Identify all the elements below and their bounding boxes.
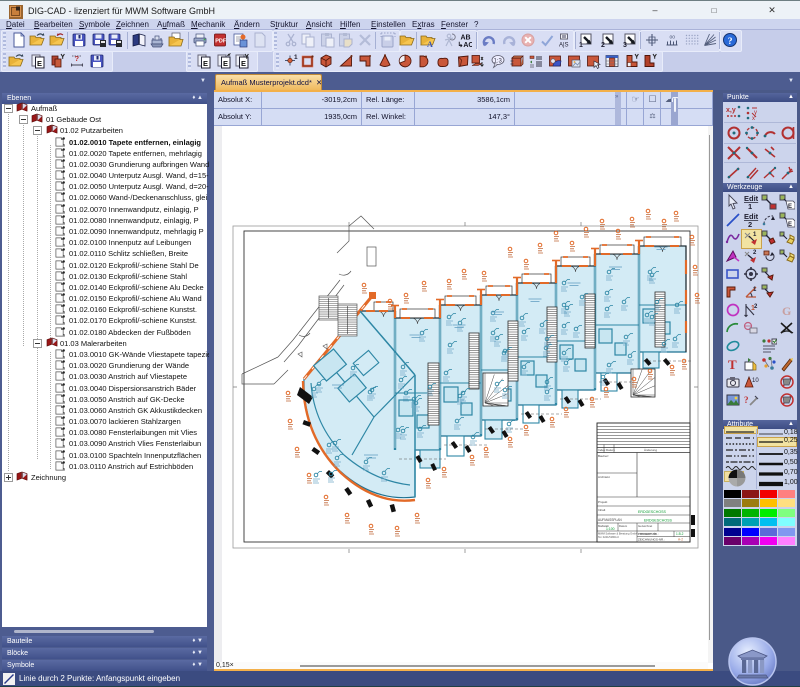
- svg-text:G: G: [782, 304, 791, 318]
- svg-text:E: E: [223, 59, 228, 68]
- svg-text:x,y: x,y: [726, 107, 736, 114]
- svg-text:E: E: [203, 59, 208, 68]
- svg-text:1: 1: [753, 232, 757, 238]
- svg-text:?: ?: [75, 54, 80, 63]
- svg-text:A|S: A|S: [559, 43, 569, 49]
- svg-text:s: s: [63, 400, 65, 404]
- svg-text:x: x: [752, 116, 755, 121]
- svg-text:Datum: Datum: [619, 524, 628, 528]
- svg-text:2: 2: [753, 250, 757, 256]
- svg-text:Projekt: Projekt: [598, 500, 608, 504]
- svg-text:s: s: [63, 198, 65, 202]
- svg-text:Gezeichnet: Gezeichnet: [638, 524, 652, 528]
- svg-text:s: s: [63, 288, 65, 292]
- svg-text:?: ?: [728, 37, 733, 47]
- svg-text:s: s: [63, 277, 65, 281]
- svg-text:A-2: A-2: [678, 538, 683, 542]
- svg-text:1.B.2: 1.B.2: [676, 532, 684, 536]
- svg-text:s: s: [63, 154, 65, 158]
- svg-text:s: s: [63, 321, 65, 325]
- svg-text:s: s: [63, 377, 65, 381]
- svg-text:s: s: [63, 366, 65, 370]
- svg-text:s: s: [63, 299, 65, 303]
- svg-text:A: A: [427, 40, 433, 48]
- svg-text:s: s: [63, 266, 65, 270]
- svg-text:s: s: [63, 411, 65, 415]
- svg-text:s: s: [63, 389, 65, 393]
- svg-text:Inhalt: Inhalt: [598, 508, 606, 512]
- svg-text:s: s: [63, 333, 65, 337]
- svg-text:1: 1: [294, 54, 298, 61]
- svg-text:s: s: [63, 456, 65, 460]
- svg-text:s: s: [63, 187, 65, 191]
- svg-text:PROJEKT-NR.:: PROJEKT-NR.:: [638, 532, 659, 536]
- svg-text:Tel. 0241/51804-0: Tel. 0241/51804-0: [598, 535, 619, 539]
- svg-text:s: s: [63, 254, 65, 258]
- svg-text:oo: oo: [670, 35, 676, 41]
- svg-text:1: 1: [579, 42, 583, 48]
- svg-text:Datum: Datum: [606, 448, 615, 452]
- svg-text:3: 3: [623, 42, 627, 48]
- svg-text:AB: AB: [461, 35, 471, 42]
- svg-text:Änderung: Änderung: [644, 448, 657, 452]
- svg-text:E: E: [788, 222, 792, 228]
- svg-text:?: ?: [744, 395, 749, 405]
- svg-text:s: s: [63, 165, 65, 169]
- svg-text:s: s: [63, 444, 65, 448]
- svg-text:s: s: [63, 243, 65, 247]
- svg-text:s: s: [63, 355, 65, 359]
- svg-text:2: 2: [754, 304, 758, 310]
- svg-text:PDF: PDF: [215, 39, 227, 45]
- svg-text:Index: Index: [598, 448, 606, 452]
- svg-text:2: 2: [748, 220, 752, 228]
- svg-text:E: E: [241, 59, 246, 68]
- svg-text:2: 2: [601, 42, 605, 48]
- svg-text:Bauherr: Bauherr: [598, 454, 609, 458]
- svg-text:s: s: [63, 143, 65, 147]
- svg-text:ERDGESCHOSS: ERDGESCHOSS: [638, 510, 667, 514]
- svg-text:s: s: [63, 210, 65, 214]
- svg-text:s: s: [63, 176, 65, 180]
- svg-text:T: T: [728, 357, 737, 372]
- svg-text:Architekt: Architekt: [598, 475, 610, 479]
- svg-text:s: s: [63, 422, 65, 426]
- svg-text:103: 103: [752, 378, 759, 384]
- svg-text:1: 1: [748, 202, 752, 210]
- svg-text:s: s: [63, 433, 65, 437]
- svg-text:1: 1: [753, 287, 757, 293]
- svg-text:s: s: [63, 221, 65, 225]
- svg-text:E: E: [788, 204, 792, 210]
- svg-text:s: s: [63, 310, 65, 314]
- svg-text:ZEICHNUNGS-NR.:: ZEICHNUNGS-NR.:: [638, 538, 665, 542]
- svg-text:E: E: [37, 59, 42, 68]
- svg-text:1:100: 1:100: [606, 527, 615, 531]
- svg-text:AUFMASSPLAN: AUFMASSPLAN: [598, 518, 622, 522]
- svg-text:s: s: [63, 467, 65, 471]
- svg-text:ERDGESCHOSS: ERDGESCHOSS: [644, 519, 673, 523]
- svg-text:1:3: 1:3: [494, 59, 503, 65]
- svg-text:↳AC: ↳AC: [458, 41, 473, 48]
- svg-text:s: s: [63, 232, 65, 236]
